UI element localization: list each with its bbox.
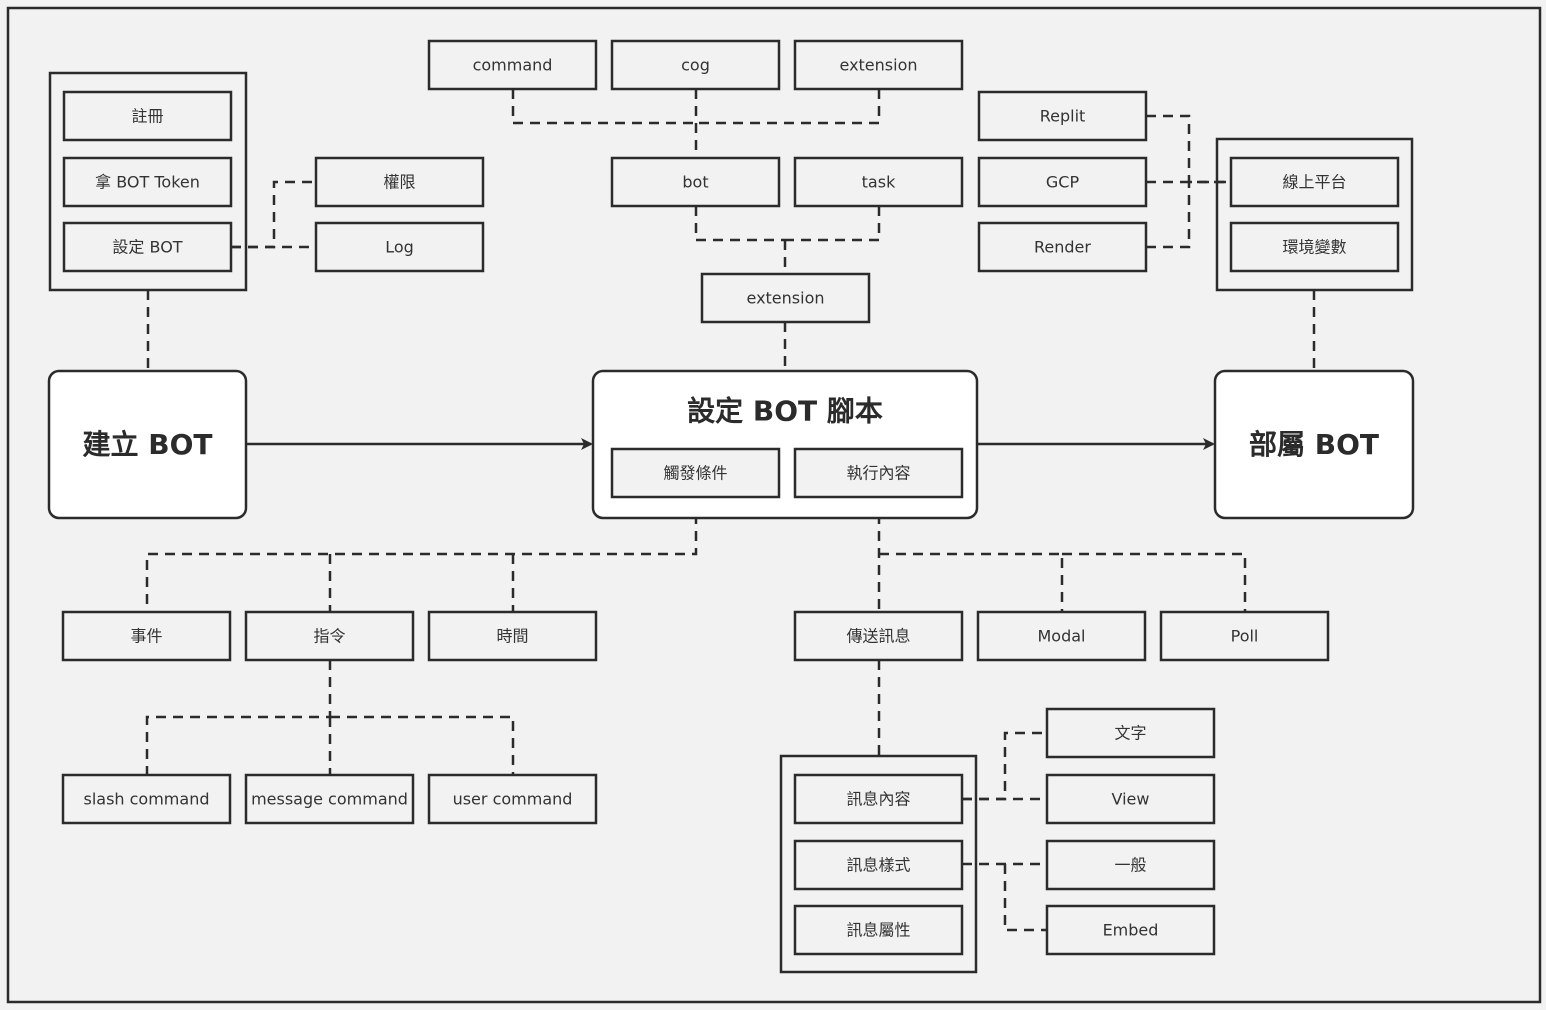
node-command-trigger-label: 指令: [313, 627, 345, 646]
node-extension[interactable]: extension: [700, 272, 871, 324]
node-create-bot[interactable]: 建立 BOT: [47, 369, 248, 520]
node-execution-content[interactable]: 執行內容: [793, 447, 964, 499]
node-setup-bot-label: 設定 BOT: [112, 238, 182, 257]
node-bot-script-label: 設定 BOT 腳本: [687, 395, 883, 428]
node-message-style-label: 訊息樣式: [846, 856, 910, 875]
node-message-style[interactable]: 訊息樣式: [793, 839, 964, 891]
node-bot[interactable]: bot: [610, 156, 781, 208]
node-replit-label: Replit: [1040, 107, 1086, 126]
node-log[interactable]: Log: [314, 221, 485, 273]
node-get-token[interactable]: 拿 BOT Token: [62, 156, 233, 208]
node-message-attributes-label: 訊息屬性: [846, 921, 910, 940]
node-task[interactable]: task: [793, 156, 964, 208]
node-deploy-bot[interactable]: 部屬 BOT: [1213, 369, 1415, 520]
node-task-label: task: [862, 173, 896, 192]
node-online-platform[interactable]: 線上平台: [1229, 156, 1400, 208]
node-send-message-label: 傳送訊息: [846, 627, 910, 646]
node-get-token-label: 拿 BOT Token: [95, 173, 200, 192]
node-trigger-condition-label: 觸發條件: [663, 464, 727, 483]
node-time[interactable]: 時間: [427, 610, 598, 662]
node-log-label: Log: [385, 238, 414, 257]
node-normal[interactable]: 一般: [1045, 839, 1216, 891]
node-command-trigger[interactable]: 指令: [244, 610, 415, 662]
node-time-label: 時間: [496, 627, 528, 646]
node-view[interactable]: View: [1045, 773, 1216, 825]
node-message-attributes[interactable]: 訊息屬性: [793, 904, 964, 956]
node-slash-command[interactable]: slash command: [61, 773, 232, 825]
node-poll-label: Poll: [1231, 627, 1259, 646]
flow-diagram: 建立 BOT 設定 BOT 腳本部屬 BOT 註冊拿 BOT Token 設定 BOT…: [6, 6, 1542, 1004]
node-poll[interactable]: Poll: [1159, 610, 1330, 662]
node-trigger-condition[interactable]: 觸發條件: [610, 447, 781, 499]
node-normal-label: 一般: [1114, 856, 1146, 875]
node-execution-content-label: 執行內容: [846, 464, 910, 483]
node-env-vars[interactable]: 環境變數: [1229, 221, 1400, 273]
node-text-label: 文字: [1114, 724, 1146, 743]
node-replit[interactable]: Replit: [977, 90, 1148, 142]
node-message-command-label: message command: [251, 790, 408, 809]
node-gcp[interactable]: GCP: [977, 156, 1148, 208]
node-env-vars-label: 環境變數: [1282, 238, 1346, 257]
node-cog[interactable]: cog: [610, 39, 781, 91]
node-create-bot-label: 建立 BOT: [83, 428, 213, 461]
node-modal[interactable]: Modal: [976, 610, 1147, 662]
node-cog-label: cog: [681, 56, 710, 75]
node-command-label: command: [473, 56, 553, 75]
node-online-platform-label: 線上平台: [1282, 173, 1346, 192]
node-text[interactable]: 文字: [1045, 707, 1216, 759]
node-user-command[interactable]: user command: [427, 773, 598, 825]
node-event-label: 事件: [130, 627, 162, 646]
node-message-content-label: 訊息內容: [846, 790, 910, 809]
node-render[interactable]: Render: [977, 221, 1148, 273]
node-send-message[interactable]: 傳送訊息: [793, 610, 964, 662]
node-permissions[interactable]: 權限: [314, 156, 485, 208]
node-extension-top-label: extension: [840, 56, 918, 75]
node-view-label: View: [1112, 790, 1150, 809]
node-event[interactable]: 事件: [61, 610, 232, 662]
node-render-label: Render: [1034, 238, 1091, 257]
node-deploy-bot-label: 部屬 BOT: [1249, 428, 1379, 461]
node-embed-label: Embed: [1103, 921, 1159, 940]
node-message-command[interactable]: message command: [244, 773, 415, 825]
node-extension-label: extension: [747, 289, 825, 308]
node-permissions-label: 權限: [383, 173, 415, 192]
node-embed[interactable]: Embed: [1045, 904, 1216, 956]
node-setup-bot[interactable]: 設定 BOT: [62, 221, 233, 273]
node-slash-command-label: slash command: [83, 790, 209, 809]
node-extension-top[interactable]: extension: [793, 39, 964, 91]
node-register-label: 註冊: [131, 107, 163, 126]
node-gcp-label: GCP: [1046, 173, 1080, 192]
node-register[interactable]: 註冊: [62, 90, 233, 142]
node-message-content[interactable]: 訊息內容: [793, 773, 964, 825]
node-user-command-label: user command: [453, 790, 573, 809]
node-bot-label: bot: [682, 173, 708, 192]
node-modal-label: Modal: [1038, 627, 1086, 646]
node-command[interactable]: command: [427, 39, 598, 91]
